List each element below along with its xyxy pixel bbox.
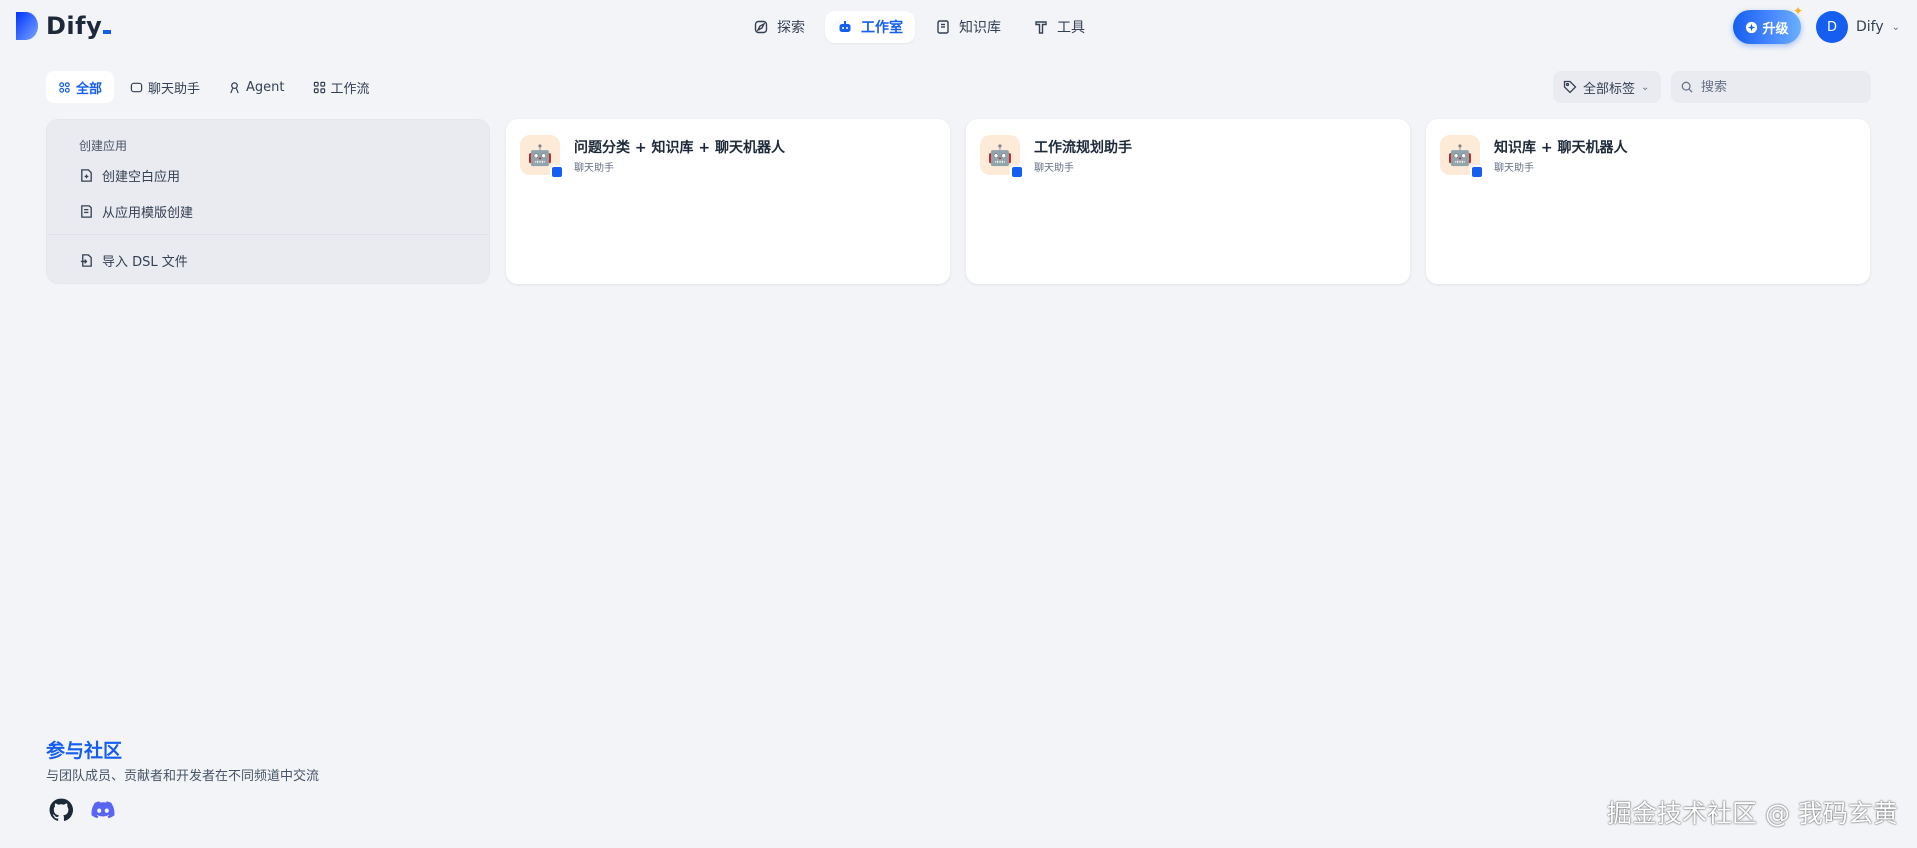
app-card[interactable]: 🤖 工作流规划助手 聊天助手: [966, 119, 1410, 284]
create-blank-app-button[interactable]: 创建空白应用: [79, 166, 180, 185]
book-icon: [937, 20, 949, 34]
app-card[interactable]: 🤖 问题分类 + 知识库 + 聊天机器人 聊天助手: [506, 119, 950, 284]
tag-filter-select[interactable]: 全部标签 ⌄: [1553, 71, 1661, 103]
chat-type-badge-icon: [1010, 165, 1024, 179]
nav-studio[interactable]: 工作室: [825, 11, 915, 43]
app-type: 聊天助手: [1494, 163, 1534, 174]
community-title: 参与社区: [46, 740, 123, 762]
app-type-tabs: 全部 聊天助手 Agent 工作流: [46, 71, 382, 103]
dify-logo[interactable]: Dify: [16, 12, 112, 40]
star-sparkle-icon: ✦: [1792, 4, 1803, 18]
community-description: 与团队成员、贡献者和开发者在不同频道中交流: [46, 769, 320, 784]
nav-explore[interactable]: 探索: [741, 11, 817, 43]
tab-workflow[interactable]: 工作流: [301, 71, 382, 103]
grid-icon: [59, 81, 70, 93]
import-dsl-button[interactable]: 导入 DSL 文件: [79, 251, 188, 270]
workflow-icon: [313, 81, 325, 93]
app-name: 问题分类 + 知识库 + 聊天机器人: [574, 140, 785, 156]
social-links: [48, 797, 116, 823]
top-header: Dify 探索 工作室 知识库 工具 升级 ✦ D Dify ⌄: [0, 0, 1917, 54]
import-file-icon: [80, 254, 92, 267]
logo-text: Dify: [46, 12, 112, 40]
tab-all[interactable]: 全部: [46, 71, 115, 103]
app-name: 知识库 + 聊天机器人: [1494, 140, 1628, 156]
watermark: 掘金技术社区 @ 我码玄黄: [1607, 799, 1898, 828]
github-icon[interactable]: [48, 797, 74, 823]
robot-icon: [839, 21, 851, 32]
tab-chat-assistant[interactable]: 聊天助手: [118, 71, 212, 103]
app-type: 聊天助手: [1034, 163, 1074, 174]
search-input[interactable]: [1701, 79, 1861, 95]
upgrade-button[interactable]: 升级 ✦: [1733, 4, 1803, 44]
user-name: Dify: [1856, 19, 1884, 35]
discord-icon[interactable]: [90, 797, 116, 823]
divider: [47, 234, 489, 235]
create-app-card: 创建应用 创建空白应用 从应用模版创建 导入 DSL 文件: [46, 119, 490, 284]
file-plus-icon: [81, 169, 92, 182]
chat-type-badge-icon: [1470, 165, 1484, 179]
chevron-down-icon: ⌄: [1891, 21, 1901, 33]
template-icon: [81, 205, 92, 218]
search-icon: [1681, 81, 1693, 93]
chat-bubble-icon: [130, 82, 143, 92]
avatar: D: [1816, 11, 1848, 43]
chevron-down-icon: ⌄: [1641, 81, 1650, 93]
dify-logo-icon: [16, 12, 38, 40]
agent-icon: [230, 81, 239, 93]
app-card[interactable]: 🤖 知识库 + 聊天机器人 聊天助手: [1426, 119, 1870, 284]
tools-icon: [1035, 21, 1047, 34]
create-app-title: 创建应用: [79, 139, 128, 153]
search-box[interactable]: [1671, 71, 1871, 103]
tab-agent[interactable]: Agent: [216, 71, 296, 103]
create-from-template-button[interactable]: 从应用模版创建: [79, 202, 193, 221]
app-type: 聊天助手: [574, 163, 614, 174]
tag-icon: [1563, 80, 1577, 94]
nav-tools[interactable]: 工具: [1021, 11, 1097, 43]
main-nav: 探索 工作室 知识库 工具: [741, 11, 1097, 43]
app-name: 工作流规划助手: [1034, 140, 1132, 156]
nav-knowledge[interactable]: 知识库: [923, 11, 1013, 43]
chat-type-badge-icon: [550, 165, 564, 179]
user-menu[interactable]: D Dify ⌄: [1816, 11, 1900, 43]
compass-icon: [754, 20, 768, 34]
sparkle-badge-icon: [1746, 21, 1758, 33]
